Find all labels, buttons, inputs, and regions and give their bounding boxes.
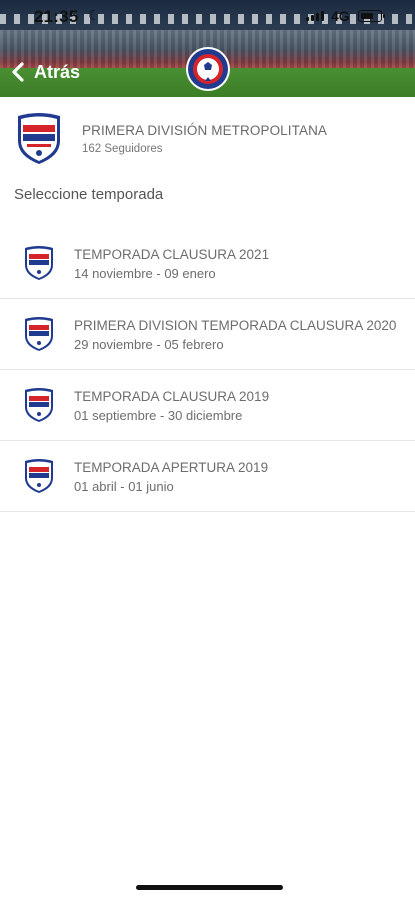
- league-name: PRIMERA DIVISIÓN METROPOLITANA: [82, 123, 328, 138]
- season-name: TEMPORADA CLAUSURA 2019: [74, 389, 270, 404]
- back-label: Atrás: [34, 61, 81, 82]
- status-bar: 21:35 ☾ 4G: [0, 0, 415, 30]
- season-list: TEMPORADA CLAUSURA 2021 14 noviembre - 0…: [0, 228, 415, 512]
- signal-icon: [306, 11, 324, 21]
- chevron-left-icon: [12, 62, 24, 82]
- league-crest-icon: [25, 317, 53, 351]
- season-dates: 29 noviembre - 05 febrero: [74, 337, 224, 352]
- home-indicator[interactable]: [136, 885, 283, 890]
- status-time: 21:35: [34, 7, 79, 26]
- season-name: PRIMERA DIVISION TEMPORADA CLAUSURA 2020: [74, 318, 397, 333]
- battery-icon: [358, 10, 385, 22]
- moon-icon: ☾: [88, 7, 101, 23]
- federation-crest-icon: [186, 47, 230, 91]
- season-dates: 14 noviembre - 09 enero: [74, 266, 216, 281]
- league-crest-icon: [25, 246, 53, 280]
- league-followers: 162 Seguidores: [82, 143, 163, 155]
- season-item[interactable]: TEMPORADA CLAUSURA 2021 14 noviembre - 0…: [0, 228, 415, 299]
- back-button[interactable]: Atrás: [8, 61, 80, 83]
- network-type: 4G: [331, 8, 350, 24]
- league-info[interactable]: PRIMERA DIVISIÓN METROPOLITANA 162 Segui…: [14, 111, 404, 167]
- season-dates: 01 abril - 01 junio: [74, 479, 174, 494]
- season-item[interactable]: PRIMERA DIVISION TEMPORADA CLAUSURA 2020…: [0, 299, 415, 370]
- section-title: Seleccione temporada: [14, 186, 164, 203]
- league-crest-icon: [18, 113, 60, 164]
- league-crest-icon: [25, 388, 53, 422]
- stadium-header: 21:35 ☾ 4G Atrás: [0, 0, 415, 97]
- season-name: TEMPORADA CLAUSURA 2021: [74, 247, 270, 262]
- league-crest-icon: [25, 459, 53, 493]
- season-dates: 01 septiembre - 30 diciembre: [74, 408, 243, 423]
- season-name: TEMPORADA APERTURA 2019: [74, 460, 269, 475]
- season-item[interactable]: TEMPORADA CLAUSURA 2019 01 septiembre - …: [0, 370, 415, 441]
- season-item[interactable]: TEMPORADA APERTURA 2019 01 abril - 01 ju…: [0, 441, 415, 512]
